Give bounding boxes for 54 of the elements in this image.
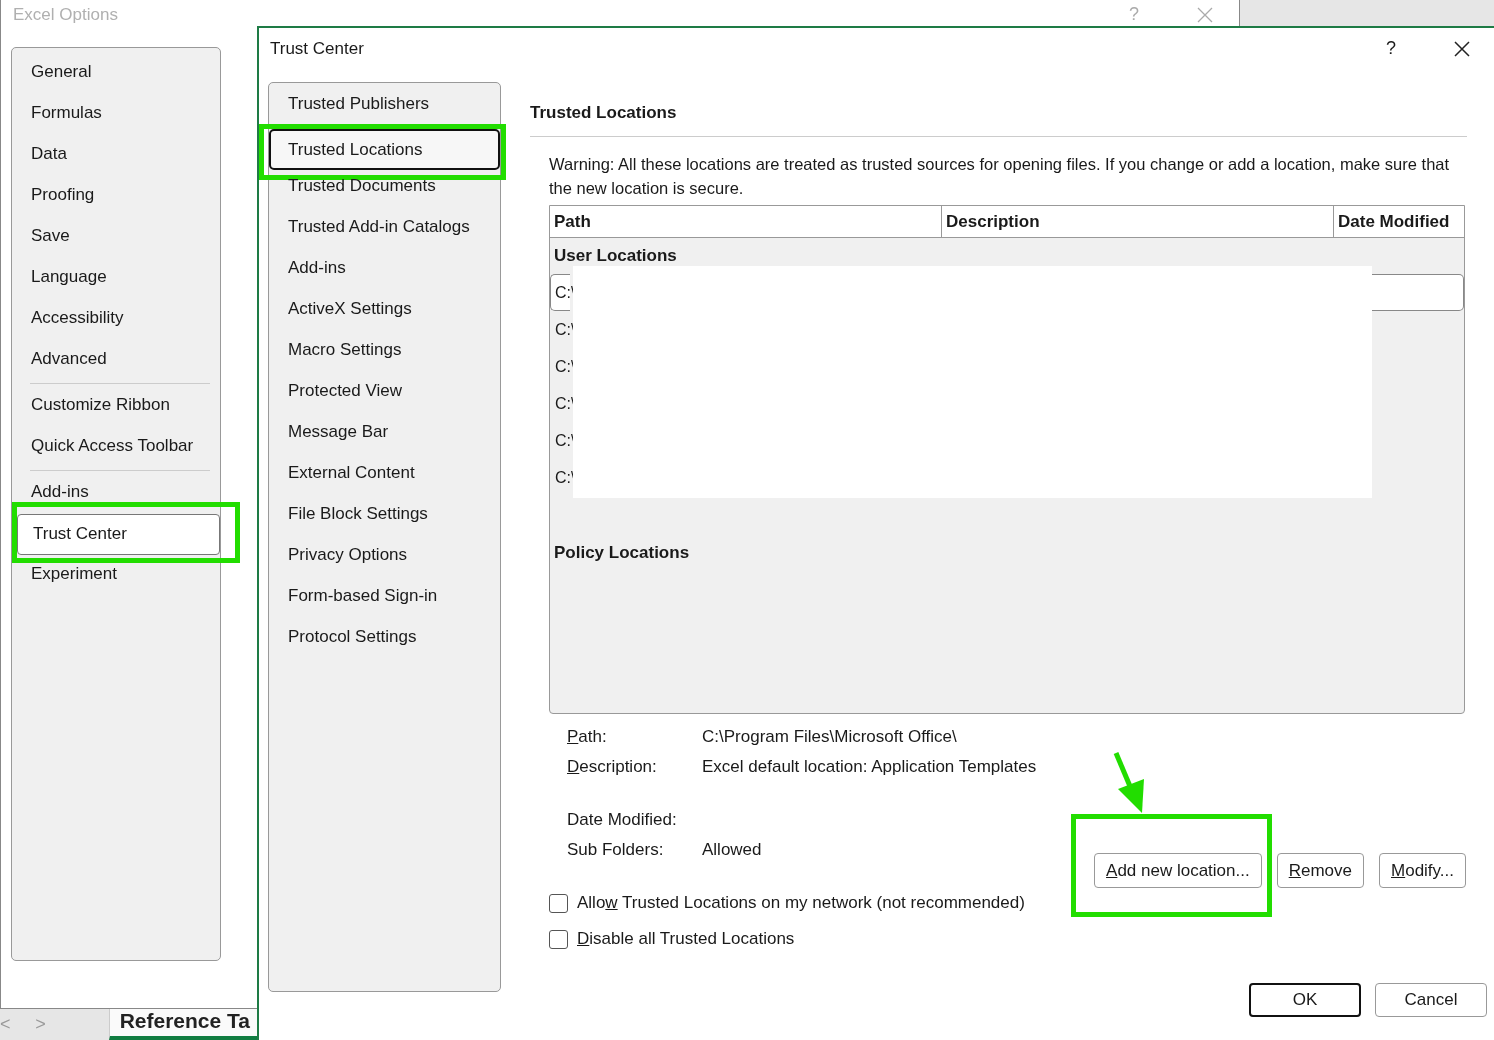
sidebar-item[interactable]: Accessibility [16, 299, 218, 340]
sidebar-item[interactable]: Macro Settings [269, 329, 500, 370]
sidebar-item[interactable]: Proofing [16, 176, 218, 217]
sidebar-item[interactable]: Add-ins [269, 247, 500, 288]
sidebar-item[interactable]: Trust Center [17, 514, 220, 555]
checkbox-label: Disable all Trusted Locations [577, 929, 795, 949]
sidebar-item[interactable]: Privacy Options [269, 534, 500, 575]
sidebar-item[interactable]: File Block Settings [269, 493, 500, 534]
sidebar-item[interactable]: Language [16, 258, 218, 299]
sidebar-item[interactable]: Form-based Sign-in [269, 575, 500, 616]
sidebar-item[interactable]: Message Bar [269, 411, 500, 452]
sidebar-item[interactable]: Protected View [269, 370, 500, 411]
detail-label: Sub Folders: [567, 840, 665, 860]
action-button[interactable]: Remove [1276, 853, 1364, 888]
detail-label: Path: [567, 727, 608, 747]
detail-label: Date Modified: [567, 810, 678, 830]
sidebar-item[interactable]: Trusted Locations [269, 129, 500, 170]
group-heading: Policy Locations [553, 542, 691, 564]
checkbox[interactable] [549, 929, 568, 949]
group-heading: User Locations [553, 245, 678, 267]
sheet-tab[interactable]: Reference Ta [108, 1009, 260, 1040]
column-header[interactable]: Path [550, 206, 942, 237]
action-button[interactable]: Add new location... [1094, 853, 1262, 888]
sidebar-item[interactable]: Customize Ribbon [16, 386, 218, 427]
dialog-button[interactable]: Cancel [1375, 983, 1487, 1017]
detail-value: C:\Program Files\Microsoft Office\ [702, 727, 957, 747]
column-header[interactable]: Description [942, 206, 1334, 237]
warning-text: Warning: All these locations are treated as trusted sources for opening files. If you change or add a location, make sure that the new location is secure. [549, 154, 1451, 199]
section-heading: Trusted Locations [530, 103, 678, 123]
dialog-button[interactable]: OK [1249, 983, 1361, 1017]
sidebar-item[interactable]: Experiment [16, 555, 218, 596]
detail-label: Description: [567, 757, 658, 777]
sidebar-item[interactable]: Formulas [16, 94, 218, 135]
checkbox-label: Allow Trusted Locations on my network (not recommended) [577, 893, 1025, 913]
help-button[interactable]: ? [1386, 38, 1396, 59]
window-title: Excel Options [13, 5, 118, 25]
sidebar-item[interactable]: ActiveX Settings [269, 288, 500, 329]
close-icon[interactable] [1454, 41, 1470, 57]
sidebar-item[interactable]: Data [16, 135, 218, 176]
dialog-title: Trust Center [270, 39, 364, 59]
sidebar-item[interactable]: General [16, 53, 218, 94]
sidebar-item[interactable]: Advanced [16, 340, 218, 381]
sidebar-item[interactable]: Trusted Publishers [269, 83, 500, 124]
sidebar-item[interactable]: External Content [269, 452, 500, 493]
sidebar-item[interactable]: Protocol Settings [269, 616, 500, 657]
checkbox[interactable] [549, 893, 568, 913]
sidebar-item[interactable]: Trusted Add-in Catalogs [269, 206, 500, 247]
sidebar-item[interactable]: Save [16, 217, 218, 258]
sidebar-item[interactable]: Add-ins [16, 473, 218, 514]
column-header[interactable]: Date Modified [1334, 206, 1464, 237]
detail-value: Allowed [702, 840, 762, 860]
action-button[interactable]: Modify... [1379, 853, 1466, 888]
sidebar-item[interactable]: Quick Access Toolbar [16, 427, 218, 468]
detail-value: Excel default location: Application Templates [702, 757, 1037, 777]
